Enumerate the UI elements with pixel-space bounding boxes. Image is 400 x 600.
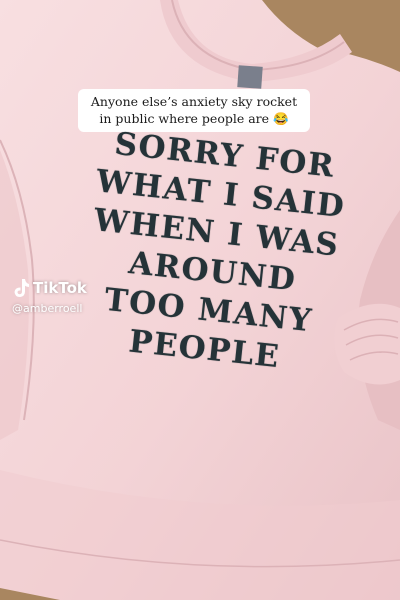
tiktok-note-icon <box>14 279 29 297</box>
tiktok-brand: TikTok <box>33 279 87 297</box>
tiktok-watermark: TikTok @amberroell <box>12 278 87 315</box>
creator-handle: @amberroell <box>12 302 83 315</box>
photo-scene: Anyone else’s anxiety sky rocket in publ… <box>0 0 400 600</box>
collar-tag <box>237 65 263 89</box>
shirt-print: SORRY FOR WHAT I SAID WHEN I WAS AROUND … <box>38 119 391 386</box>
